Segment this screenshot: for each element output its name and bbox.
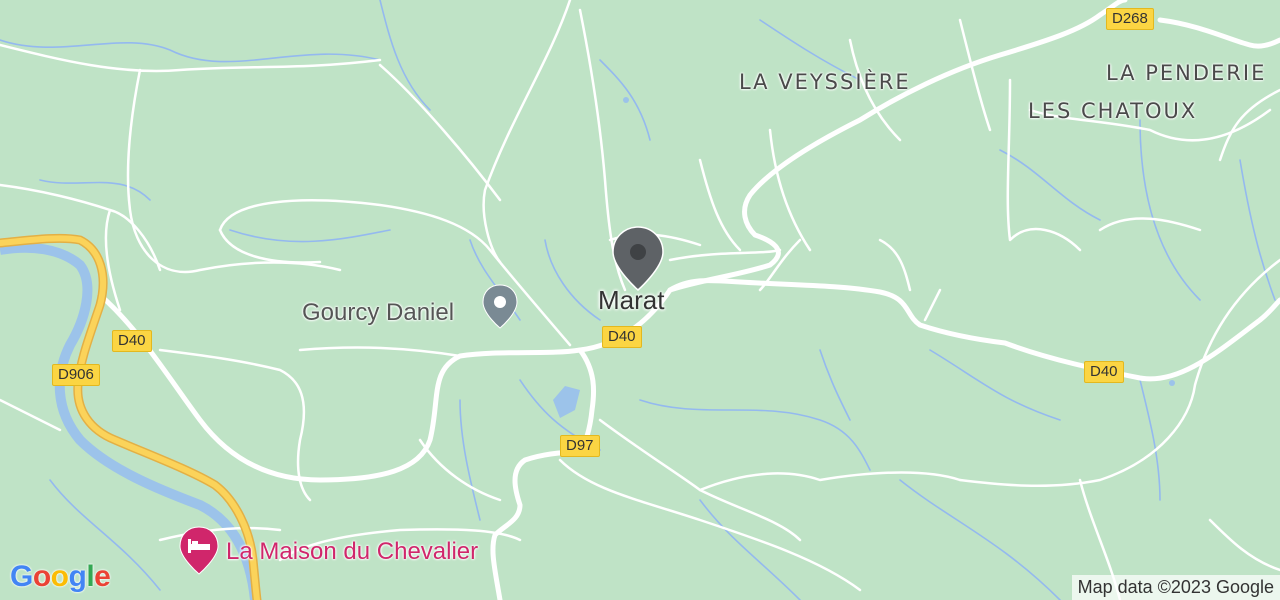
- road-shield-d268: D268: [1106, 8, 1154, 30]
- place-label-la-penderie: LA PENDERIE: [1106, 61, 1267, 85]
- google-logo[interactable]: Google: [10, 560, 111, 594]
- google-logo-text: Google: [10, 560, 111, 593]
- map-canvas[interactable]: LA VEYSSIÈRE LA PENDERIE LES CHATOUX D26…: [0, 0, 1280, 600]
- poi-label-la-maison-du-chevalier[interactable]: La Maison du Chevalier: [226, 538, 478, 566]
- road-shield-d906: D906: [52, 364, 100, 386]
- place-label-les-chatoux: LES CHATOUX: [1028, 99, 1198, 123]
- map-marker-icon[interactable]: [611, 226, 665, 294]
- poi-label-gourcy-daniel[interactable]: Gourcy Daniel: [302, 299, 454, 327]
- town-label-marat[interactable]: Marat: [598, 285, 664, 316]
- place-label-la-veyssiere: LA VEYSSIÈRE: [739, 70, 911, 94]
- map-marker-icon[interactable]: [482, 284, 518, 338]
- bed-icon[interactable]: [178, 526, 220, 576]
- map-attribution[interactable]: Map data ©2023 Google: [1071, 575, 1280, 600]
- road-shield-d97: D97: [560, 435, 600, 457]
- road-shield-d40-west: D40: [112, 330, 152, 352]
- road-shield-d40-east: D40: [1084, 361, 1124, 383]
- road-shield-d40-center: D40: [602, 326, 642, 348]
